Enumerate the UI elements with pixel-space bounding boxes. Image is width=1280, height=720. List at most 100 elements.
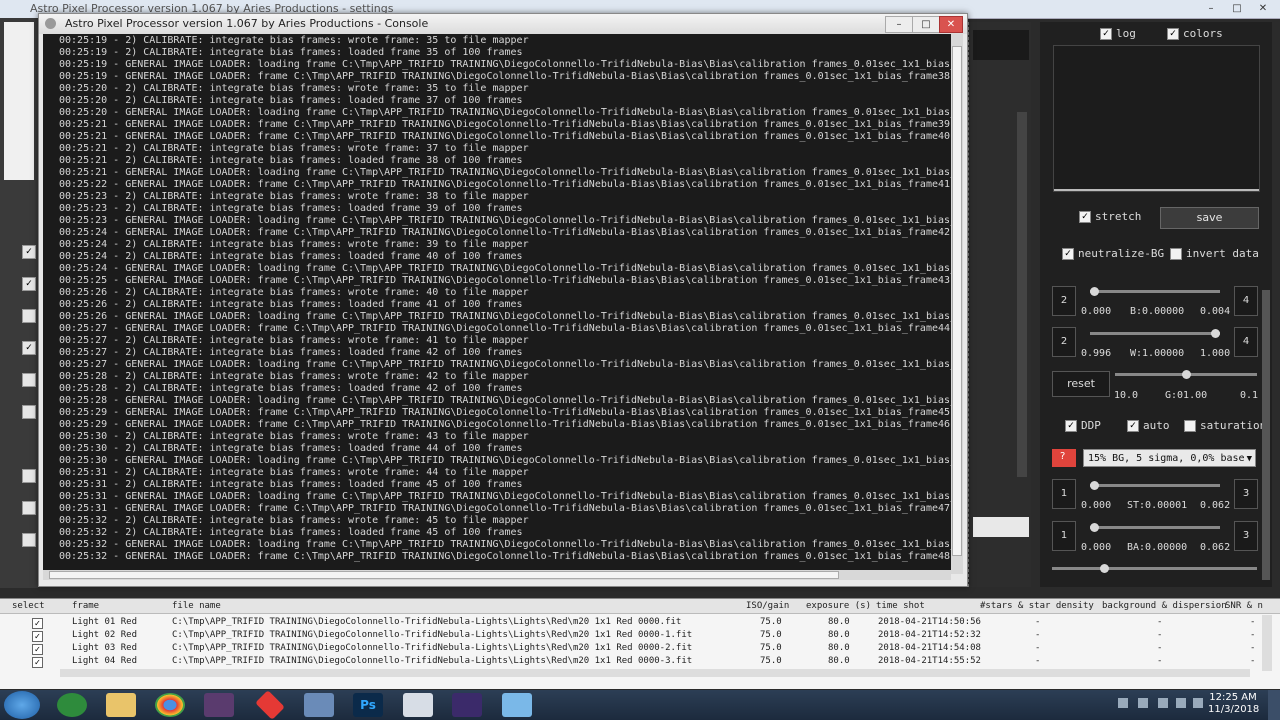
table-scrollbar[interactable] xyxy=(1262,615,1272,671)
row-select-checkbox[interactable]: ✓ xyxy=(32,644,43,655)
right-panel-scrollbar[interactable] xyxy=(1262,290,1270,580)
header-stars[interactable]: #stars & star density xyxy=(980,601,1094,611)
close-icon[interactable]: ✕ xyxy=(1252,2,1274,15)
st-right-button[interactable]: 3 xyxy=(1234,479,1258,509)
header-time-shot[interactable]: time shot xyxy=(876,601,925,611)
log-checkbox[interactable]: ✓ xyxy=(1100,28,1112,40)
ddp-checkbox[interactable]: ✓ xyxy=(1065,420,1077,432)
tray-arrow-icon[interactable] xyxy=(1118,698,1128,708)
console-vertical-scrollbar[interactable] xyxy=(951,34,963,574)
header-exposure[interactable]: exposure (s) xyxy=(806,601,871,611)
st-value: ST:0.00001 xyxy=(1127,500,1188,511)
chrome-icon[interactable] xyxy=(155,693,185,717)
bottom-slider-track[interactable] xyxy=(1052,567,1257,570)
photoshop-icon[interactable]: Ps xyxy=(353,693,383,717)
b-slider-knob[interactable] xyxy=(1090,287,1099,296)
invert-data-checkbox[interactable] xyxy=(1170,248,1182,260)
network-icon[interactable] xyxy=(1176,698,1186,708)
row-select-checkbox[interactable]: ✓ xyxy=(32,657,43,668)
header-frame[interactable]: frame xyxy=(72,601,99,611)
header-background[interactable]: background & dispersion xyxy=(1102,601,1227,611)
neutralize-bg-checkbox[interactable]: ✓ xyxy=(1062,248,1074,260)
console-titlebar[interactable]: Astro Pixel Processor version 1.067 by A… xyxy=(39,14,967,34)
table-horizontal-scrollbar[interactable] xyxy=(60,669,1250,677)
left-checkbox[interactable] xyxy=(22,533,36,547)
middle-scrollbar[interactable] xyxy=(1017,112,1027,477)
console-minimize-icon[interactable]: – xyxy=(885,16,913,33)
ba-slider-knob[interactable] xyxy=(1090,523,1099,532)
diamond-icon[interactable] xyxy=(255,690,285,720)
b-slider-track[interactable] xyxy=(1090,290,1220,293)
saturation-checkbox[interactable] xyxy=(1184,420,1196,432)
console-vertical-scroll-thumb[interactable] xyxy=(952,46,962,556)
volume-icon[interactable] xyxy=(1193,698,1203,708)
ba-slider-track[interactable] xyxy=(1090,526,1220,529)
colors-checkbox[interactable]: ✓ xyxy=(1167,28,1179,40)
cell-file-name: C:\Tmp\APP_TRIFID TRAINING\DiegoColonnel… xyxy=(172,617,682,627)
ba-left-button[interactable]: 1 xyxy=(1052,521,1076,551)
table-row[interactable]: ✓ Light 01 Red C:\Tmp\APP_TRIFID TRAINING\… xyxy=(0,617,1260,630)
show-desktop-button[interactable] xyxy=(1268,690,1280,720)
ba-right-button[interactable]: 3 xyxy=(1234,521,1258,551)
log-line: 00:25:19 - GENERAL IMAGE LOADER: frame C… xyxy=(59,71,953,82)
st-slider-track[interactable] xyxy=(1090,484,1220,487)
b-right-button[interactable]: 4 xyxy=(1234,286,1258,316)
maximize-icon[interactable]: □ xyxy=(1226,2,1248,15)
reset-button[interactable]: reset xyxy=(1052,371,1110,397)
log-line: 00:25:30 - 2) CALIBRATE: integrate bias … xyxy=(59,443,523,454)
left-checkbox[interactable] xyxy=(22,309,36,323)
w-slider-knob[interactable] xyxy=(1211,329,1220,338)
app-icon[interactable] xyxy=(204,693,234,717)
ddp-preset-select[interactable]: 15% BG, 5 sigma, 0,0% base ▼ xyxy=(1083,449,1256,467)
tray-icon[interactable] xyxy=(1158,698,1168,708)
app-icon[interactable] xyxy=(452,693,482,717)
app-icon[interactable] xyxy=(502,693,532,717)
stretch-checkbox[interactable]: ✓ xyxy=(1079,211,1091,223)
console-close-icon[interactable]: ✕ xyxy=(939,16,963,33)
bottom-slider-knob[interactable] xyxy=(1100,564,1109,573)
folder-icon[interactable] xyxy=(106,693,136,717)
minimize-icon[interactable]: – xyxy=(1200,2,1222,15)
frame-table: select frame file name ISO/gain exposure… xyxy=(0,598,1280,689)
cell-stars: - xyxy=(1035,656,1041,666)
header-iso-gain[interactable]: ISO/gain xyxy=(746,601,789,611)
table-row[interactable]: ✓ Light 04 Red C:\Tmp\APP_TRIFID TRAINING\… xyxy=(0,656,1260,669)
w-left-button[interactable]: 2 xyxy=(1052,327,1076,357)
log-line: 00:25:24 - 2) CALIBRATE: integrate bias … xyxy=(59,251,523,262)
left-checkbox[interactable] xyxy=(22,373,36,387)
document-icon[interactable] xyxy=(403,693,433,717)
left-checkbox[interactable]: ✓ xyxy=(22,245,36,259)
auto-checkbox[interactable]: ✓ xyxy=(1127,420,1139,432)
w-slider-track[interactable] xyxy=(1090,332,1220,335)
start-icon[interactable] xyxy=(4,691,40,719)
console-maximize-icon[interactable]: □ xyxy=(912,16,940,33)
console-horizontal-scroll-thumb[interactable] xyxy=(49,571,839,579)
b-left-button[interactable]: 2 xyxy=(1052,286,1076,316)
w-max-value: 1.000 xyxy=(1200,348,1231,359)
console-horizontal-scrollbar[interactable] xyxy=(43,570,951,580)
left-checkbox[interactable] xyxy=(22,405,36,419)
row-select-checkbox[interactable]: ✓ xyxy=(32,631,43,642)
st-slider-knob[interactable] xyxy=(1090,481,1099,490)
left-checkbox[interactable]: ✓ xyxy=(22,277,36,291)
save-button[interactable]: save xyxy=(1160,207,1259,229)
log-line: 00:25:28 - GENERAL IMAGE LOADER: loading… xyxy=(59,395,953,406)
left-checkbox[interactable]: ✓ xyxy=(22,341,36,355)
clock[interactable]: 12:25 AM 11/3/2018 xyxy=(1208,692,1259,716)
header-file-name[interactable]: file name xyxy=(172,601,221,611)
app-icon[interactable] xyxy=(57,693,87,717)
row-select-checkbox[interactable]: ✓ xyxy=(32,618,43,629)
tray-icon[interactable] xyxy=(1138,698,1148,708)
table-row[interactable]: ✓ Light 03 Red C:\Tmp\APP_TRIFID TRAINING\… xyxy=(0,643,1260,656)
g-slider-knob[interactable] xyxy=(1182,370,1191,379)
header-snr[interactable]: SNR & n xyxy=(1225,601,1263,611)
header-select[interactable]: select xyxy=(12,601,45,611)
st-left-button[interactable]: 1 xyxy=(1052,479,1076,509)
w-right-button[interactable]: 4 xyxy=(1234,327,1258,357)
log-line: 00:25:19 - 2) CALIBRATE: integrate bias … xyxy=(59,35,529,46)
app-icon[interactable] xyxy=(304,693,334,717)
left-checkbox[interactable] xyxy=(22,501,36,515)
ddp-color-button[interactable]: ? xyxy=(1052,449,1076,467)
left-checkbox[interactable] xyxy=(22,469,36,483)
table-row[interactable]: ✓ Light 02 Red C:\Tmp\APP_TRIFID TRAINING\… xyxy=(0,630,1260,643)
